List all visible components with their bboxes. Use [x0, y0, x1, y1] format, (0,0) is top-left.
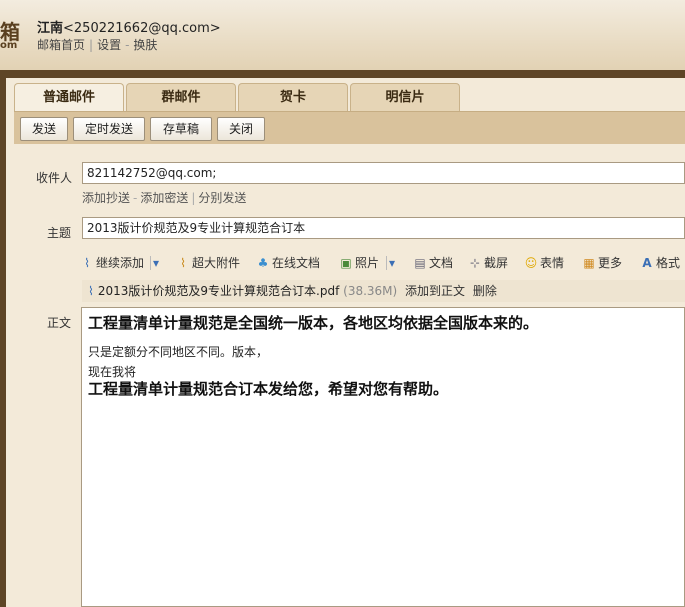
- tab-group-mail[interactable]: 群邮件: [126, 83, 236, 111]
- caret-down-icon: ▾: [153, 256, 160, 270]
- body-line-1: 工程量清单计量规范是全国统一版本，各地区均依据全国版本来的。: [88, 314, 539, 332]
- body-editor[interactable]: 工程量清单计量规范是全国统一版本，各地区均依据全国版本来的。 只是定额分不同地区…: [81, 307, 685, 607]
- logo-sub: om: [0, 40, 18, 51]
- tab-postcard[interactable]: 明信片: [350, 83, 460, 111]
- mail-header: 箱 om 江南<250221662@qq.com> 邮箱首页 | 设置 - 换肤: [0, 0, 685, 70]
- body-line-2: 只是定额分不同地区不同。版本，: [88, 345, 269, 359]
- mailbox-home-link[interactable]: 邮箱首页: [37, 38, 85, 52]
- emoji-icon: ☺: [524, 256, 538, 270]
- subject-field[interactable]: 2013版计价规范及9专业计算规范合订本: [82, 217, 685, 239]
- to-label: 收件人: [36, 171, 73, 185]
- subject-label: 主题: [47, 226, 72, 240]
- user-identity: 江南<250221662@qq.com>: [37, 17, 221, 36]
- caret-down-icon: ▾: [389, 256, 396, 270]
- separate-send-link[interactable]: 分别发送: [198, 191, 246, 205]
- emoji-button[interactable]: ☺ 表情: [524, 254, 564, 272]
- paperclip-icon: ⌇: [84, 256, 90, 270]
- action-toolbar: 发送 定时发送 存草稿 关闭: [14, 111, 685, 144]
- attachment-size: (38.36M): [343, 284, 398, 298]
- online-document[interactable]: ♣ 在线文档: [256, 254, 320, 272]
- continue-add-attachment[interactable]: ⌇ 继续添加: [80, 254, 144, 272]
- add-bcc-link[interactable]: 添加密送: [140, 191, 188, 205]
- body-label: 正文: [47, 316, 72, 330]
- online-doc-icon: ♣: [257, 256, 269, 270]
- paperclip-icon: ⌇: [88, 284, 94, 298]
- schedule-send-button[interactable]: 定时发送: [73, 117, 145, 141]
- add-to-body-link[interactable]: 添加到正文: [405, 284, 465, 298]
- user-name: 江南: [37, 21, 64, 36]
- tab-greeting-card[interactable]: 贺卡: [238, 83, 348, 111]
- attachment-filename: 2013版计价规范及9专业计算规范合订本.pdf: [97, 284, 340, 298]
- more-button[interactable]: ▦ 更多: [582, 254, 622, 272]
- photo-dropdown[interactable]: ▾: [389, 254, 395, 272]
- screenshot-button[interactable]: ⊹ 截屏: [468, 254, 508, 272]
- attach-dropdown[interactable]: ▾: [153, 254, 159, 272]
- format-button[interactable]: A 格式: [640, 254, 680, 272]
- big-attachment-icon: ⌇: [180, 256, 186, 270]
- document-button[interactable]: ▤ 文档: [413, 254, 453, 272]
- tab-normal-mail[interactable]: 普通邮件: [14, 83, 124, 112]
- attachment-item: ⌇ 2013版计价规范及9专业计算规范合订本.pdf (38.36M) 添加到正文…: [82, 280, 685, 302]
- user-email: <250221662@qq.com>: [63, 21, 221, 36]
- screenshot-icon: ⊹: [469, 256, 481, 270]
- photo-button[interactable]: ▣ 照片: [339, 254, 379, 272]
- send-button[interactable]: 发送: [20, 117, 68, 141]
- settings-link[interactable]: 设置: [97, 38, 121, 52]
- more-icon: ▦: [583, 256, 595, 270]
- close-button[interactable]: 关闭: [217, 117, 265, 141]
- change-skin-link[interactable]: 换肤: [133, 38, 157, 52]
- to-field[interactable]: 821142752@qq.com;: [82, 162, 685, 184]
- add-cc-link[interactable]: 添加抄送: [82, 191, 130, 205]
- body-line-4: 工程量清单计量规范合订本发给您，希望对您有帮助。: [88, 380, 449, 398]
- delete-attachment-link[interactable]: 删除: [473, 284, 497, 298]
- format-text-icon: A: [642, 256, 652, 270]
- recipient-options: 添加抄送 - 添加密送 | 分别发送: [82, 191, 247, 205]
- save-draft-button[interactable]: 存草稿: [150, 117, 212, 141]
- photo-icon: ▣: [340, 256, 352, 270]
- big-attachment[interactable]: ⌇ 超大附件: [176, 254, 240, 272]
- header-links: 邮箱首页 | 设置 - 换肤: [37, 38, 158, 52]
- document-icon: ▤: [414, 256, 426, 270]
